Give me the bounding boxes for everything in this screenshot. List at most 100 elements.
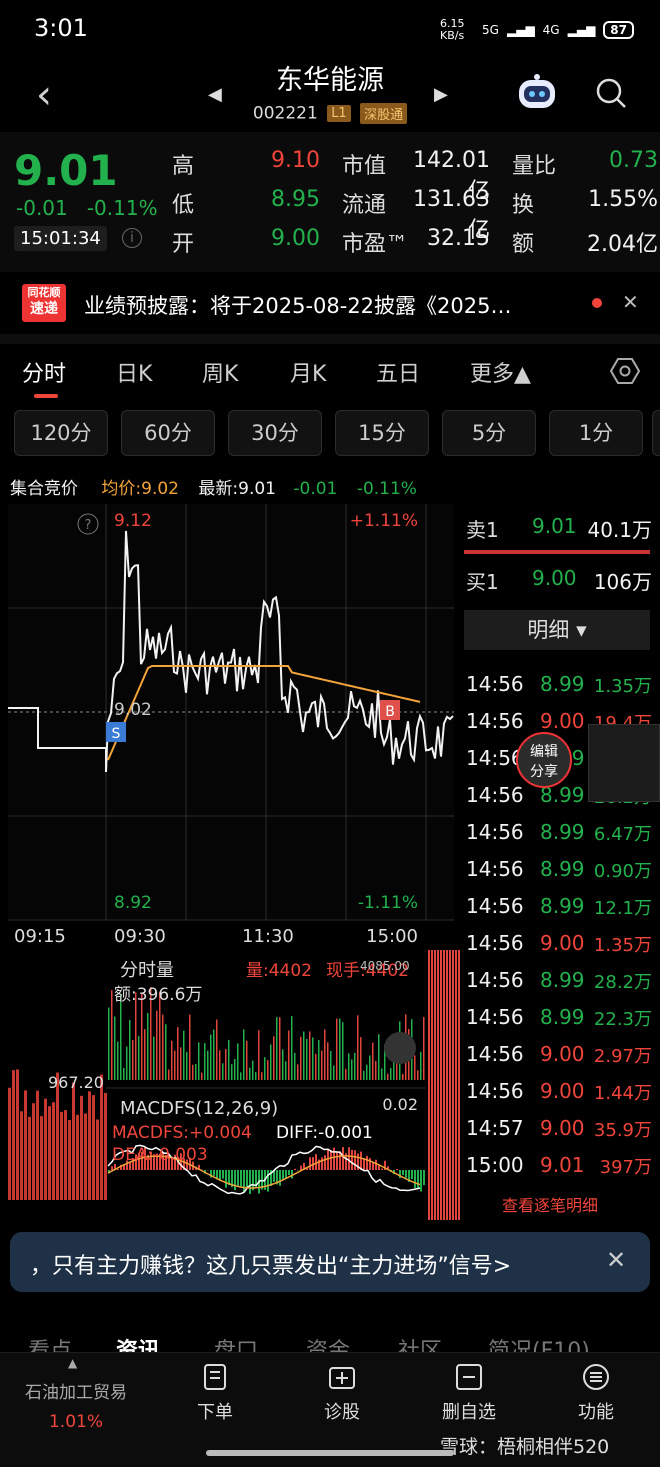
chart-bar: [111, 1166, 113, 1170]
nav-order[interactable]: 下单: [170, 1362, 260, 1424]
order-book: 卖1 9.01 40.1万 买1 9.00 106万 明细 ▾ 14:56 8.9…: [462, 500, 660, 1225]
chart-bar: [294, 1168, 296, 1170]
chart-bar: [411, 1170, 413, 1180]
tick-volume: 6.47万: [593, 824, 652, 845]
chart-bar: [405, 1170, 407, 1178]
edit-share-button[interactable]: 编辑 分享: [516, 732, 572, 788]
chart-bar: [237, 1170, 239, 1186]
chart-bar: [36, 1090, 39, 1200]
search-icon[interactable]: [594, 76, 628, 110]
stock-code-row: 002221 L1 深股通: [0, 103, 660, 124]
sector-name[interactable]: 石油加工贸易: [14, 1378, 138, 1403]
tick-time: 15:00: [466, 1153, 524, 1177]
intraday-chart[interactable]: 9.12 9.02 8.92 +1.11% -1.11% ? S B 09:15…: [0, 500, 462, 1225]
home-indicator[interactable]: [206, 1450, 454, 1456]
chart-bar: [147, 1012, 149, 1080]
tick-volume: 22.3万: [593, 1009, 652, 1030]
min-5-button[interactable]: 5分: [442, 410, 536, 456]
chart-bar: [60, 1111, 63, 1200]
min-more-button[interactable]: [652, 410, 660, 456]
tab-weekly-k[interactable]: 周K: [202, 356, 238, 388]
change-pct: -0.11%: [86, 196, 158, 220]
chart-bar: [303, 1031, 305, 1080]
fullscreen-icon[interactable]: [384, 1032, 416, 1064]
close-icon[interactable]: ✕: [606, 1246, 626, 1274]
volume-title[interactable]: 分时量: [120, 960, 174, 981]
news-text[interactable]: 业绩预披露：将于2025-08-22披露《2025…: [84, 290, 584, 320]
stock-name: 东华能源: [276, 65, 384, 96]
nav-remove-watchlist[interactable]: 删自选: [424, 1362, 514, 1424]
dea-value: DEA:-0.003: [112, 1145, 208, 1165]
tick-price: 9.00: [540, 1079, 585, 1103]
chart-bar: [234, 1058, 236, 1080]
open-value: 9.00: [271, 226, 320, 251]
chart-bar: [255, 1072, 257, 1080]
chart-bar: [120, 994, 122, 1080]
chart-bar: [210, 1034, 212, 1080]
volume-amount: 额:396.6万: [114, 985, 202, 1005]
unread-dot: [592, 298, 602, 308]
chart-bar: [306, 1038, 308, 1080]
tick-volume: 0.90万: [593, 861, 652, 882]
chart-bar: [8, 1087, 11, 1200]
nav-remove-watchlist-label: 删自选: [442, 1402, 496, 1423]
chart-bar: [174, 1050, 176, 1080]
chart-bar: [258, 1030, 260, 1080]
tab-more[interactable]: 更多▲: [470, 356, 531, 388]
min-120-button[interactable]: 120分: [14, 410, 108, 456]
info-icon[interactable]: i: [122, 228, 142, 248]
chart-bar: [156, 1010, 158, 1080]
pct-high-label: +1.11%: [350, 511, 418, 531]
assistant-robot-icon[interactable]: [516, 74, 558, 110]
volume-value: 量:4402: [246, 961, 312, 981]
latest-price-label: 最新:9.01: [198, 479, 276, 499]
close-icon[interactable]: ✕: [622, 290, 639, 314]
chart-bar: [336, 1018, 338, 1080]
chart-bar: [357, 1015, 359, 1080]
chart-bar: [225, 1048, 227, 1080]
min-30-button[interactable]: 30分: [228, 410, 322, 456]
chart-bar: [297, 1064, 299, 1080]
chart-bar: [363, 1070, 365, 1080]
promo-banner-text[interactable]: ，只有主力赚钱？这几只票发出“主力进场”信号>: [30, 1248, 511, 1280]
stock-code: 002221: [252, 103, 318, 124]
chart-bar: [396, 1168, 398, 1170]
tab-fenshi[interactable]: 分时: [22, 356, 66, 388]
min-1-button[interactable]: 1分: [549, 410, 643, 456]
buy1-label: 买1: [466, 570, 499, 594]
tick-volume: 1.35万: [593, 935, 652, 956]
chart-bar: [360, 1151, 362, 1170]
sector-expand-icon[interactable]: ▲: [68, 1356, 77, 1370]
more-detail-link[interactable]: 查看逐笔明细: [502, 1192, 598, 1216]
tab-five-day[interactable]: 五日: [376, 356, 420, 388]
amount-label: 额: [512, 232, 535, 257]
chart-bar: [378, 1034, 380, 1080]
avg-price-label: 均价:9.02: [101, 479, 179, 499]
chart-bar: [108, 1007, 110, 1080]
order-icon: [204, 1364, 226, 1390]
tick-volume: 1.35万: [593, 676, 652, 697]
price-change: -0.01 -0.11%: [16, 196, 158, 220]
nav-diagnose[interactable]: 诊股: [297, 1362, 387, 1424]
tick-time: 14:57: [466, 1116, 524, 1140]
chart-bar: [285, 1170, 287, 1179]
divider: [0, 334, 660, 344]
settings-icon[interactable]: [610, 356, 640, 386]
sell-bar: [464, 550, 650, 554]
nav-functions[interactable]: 功能: [551, 1362, 641, 1424]
min-60-button[interactable]: 60分: [121, 410, 215, 456]
chart-bar: [88, 1091, 91, 1200]
chart-bar: [207, 1050, 209, 1080]
macd-title[interactable]: MACDFS(12,26,9): [120, 1098, 278, 1119]
tab-daily-k[interactable]: 日K: [116, 356, 152, 388]
detail-title[interactable]: 明细 ▾: [464, 610, 650, 650]
min-15-button[interactable]: 15分: [335, 410, 429, 456]
chart-bar: [243, 1170, 245, 1193]
tab-monthly-k[interactable]: 月K: [290, 356, 326, 388]
chart-bar: [342, 1022, 344, 1080]
chart-bar: [300, 1165, 302, 1170]
tick-time: 14:56: [466, 894, 524, 918]
screenshot-thumbnail[interactable]: [588, 724, 660, 802]
y-low-label: 8.92: [114, 893, 152, 913]
market-cap-label: 市值: [342, 154, 387, 179]
